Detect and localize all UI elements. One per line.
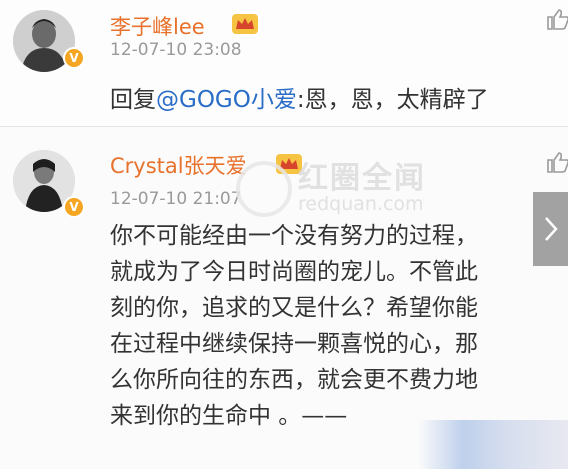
verified-icon: V — [63, 196, 85, 218]
comment-item-content: V Crystal张天爱 12-07-10 21:07 你不可能经由一个没有努力… — [0, 0, 568, 469]
username[interactable]: Crystal张天爱 — [110, 150, 247, 180]
chevron-right-icon — [544, 217, 558, 241]
blurred-overlay — [418, 420, 568, 469]
timestamp: 12-07-10 21:07 — [110, 189, 242, 209]
crown-icon — [276, 154, 302, 174]
post-content: 你不可能经由一个没有努力的过程， 就成为了今日时尚圈的宠儿。不管此 刻的你，追求… — [110, 223, 478, 429]
thumbs-up-icon[interactable] — [546, 151, 568, 173]
next-button[interactable] — [533, 192, 568, 266]
